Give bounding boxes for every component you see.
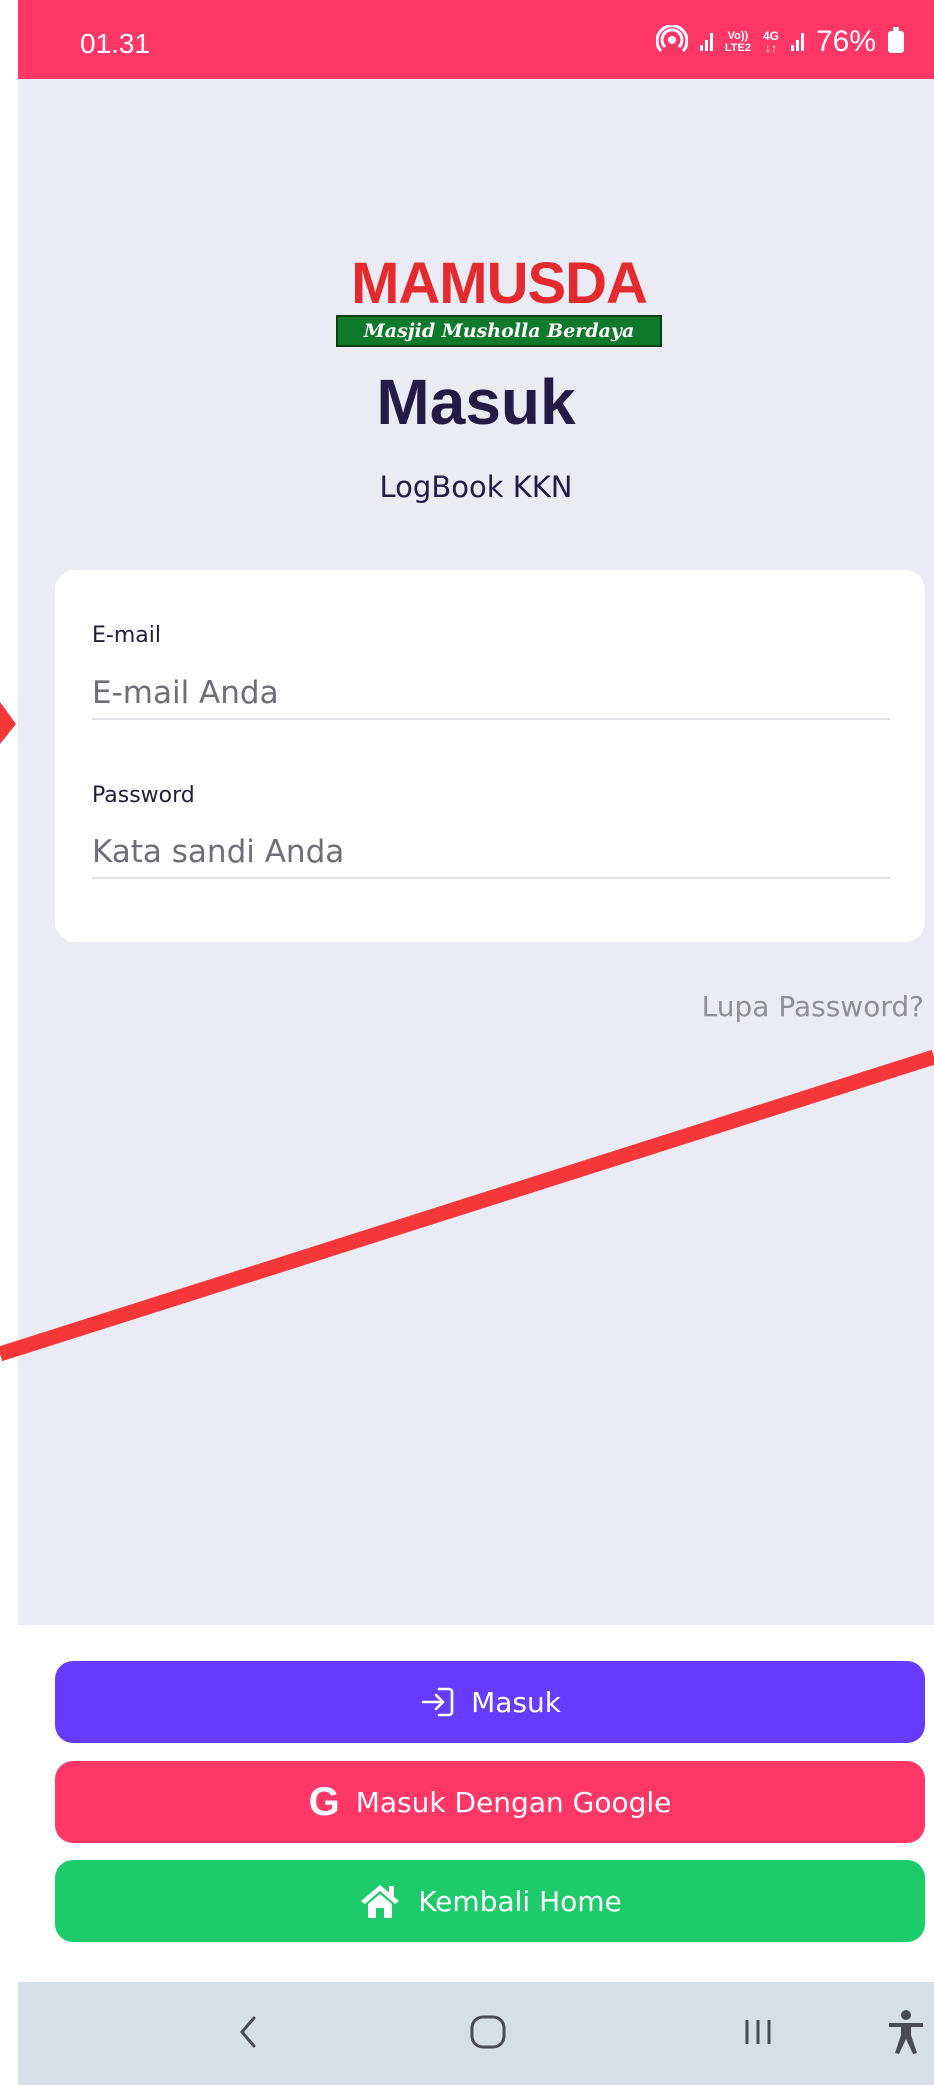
back-home-label: Kembali Home: [418, 1884, 622, 1918]
rounded-square-icon: [468, 2012, 508, 2056]
google-login-label: Masuk Dengan Google: [355, 1785, 672, 1819]
network-4g-text: 4G: [762, 29, 779, 43]
logo-wordmark: MAMUSDA: [351, 251, 648, 316]
volte-indicator: Vo)) LTE2: [725, 30, 751, 54]
battery-percent: 76%: [815, 25, 876, 58]
status-time: 01.31: [80, 28, 151, 59]
login-button-label: Masuk: [471, 1685, 561, 1719]
login-arrow-icon: [419, 1685, 455, 1719]
system-nav-bar: [18, 1982, 934, 2085]
logo-tagline: Masjid Musholla Berdaya: [336, 315, 662, 347]
signal-icon: [699, 33, 713, 51]
google-g-icon: G: [308, 1780, 340, 1824]
phone-screen: 01.31 Vo)) LTE2 4G ↓↑ 76% MAMUSDA Masjid…: [18, 0, 934, 2085]
login-button[interactable]: Masuk: [55, 1661, 925, 1743]
action-panel: Masuk G Masuk Dengan Google Kembali Home: [18, 1625, 934, 1982]
chevron-left-icon: [236, 2012, 260, 2056]
status-icons: Vo)) LTE2 4G ↓↑ 76%: [655, 23, 904, 60]
email-label: E-mail: [92, 623, 161, 648]
lte-text: LTE2: [724, 42, 751, 54]
accessibility-icon: [886, 2009, 926, 2059]
back-home-button[interactable]: Kembali Home: [55, 1860, 925, 1942]
google-login-button[interactable]: G Masuk Dengan Google: [55, 1761, 925, 1843]
battery-icon: [888, 27, 904, 53]
nav-recents-button[interactable]: [718, 1982, 798, 2085]
volte-text: Vo)): [727, 30, 749, 42]
email-field[interactable]: [92, 668, 890, 720]
forgot-password-link[interactable]: Lupa Password?: [702, 990, 924, 1023]
three-bars-icon: [741, 2015, 775, 2053]
page-subtitle: LogBook KKN: [379, 470, 573, 504]
password-label: Password: [92, 783, 195, 808]
app-logo: MAMUSDA Masjid Musholla Berdaya: [326, 255, 672, 351]
password-field[interactable]: [92, 827, 890, 879]
network-4g-indicator: 4G ↓↑: [762, 29, 779, 55]
status-bar: 01.31 Vo)) LTE2 4G ↓↑ 76%: [18, 0, 934, 79]
login-form-card: E-mail Password: [55, 570, 925, 942]
page-title: Masuk: [376, 366, 576, 438]
accessibility-button[interactable]: [878, 1982, 934, 2085]
nav-back-button[interactable]: [208, 1982, 288, 2085]
home-icon: [358, 1882, 402, 1920]
signal-icon-2: [790, 33, 804, 51]
hotspot-icon: [655, 23, 689, 60]
nav-home-button[interactable]: [438, 1982, 538, 2085]
annotation-arrowhead: [0, 702, 16, 744]
